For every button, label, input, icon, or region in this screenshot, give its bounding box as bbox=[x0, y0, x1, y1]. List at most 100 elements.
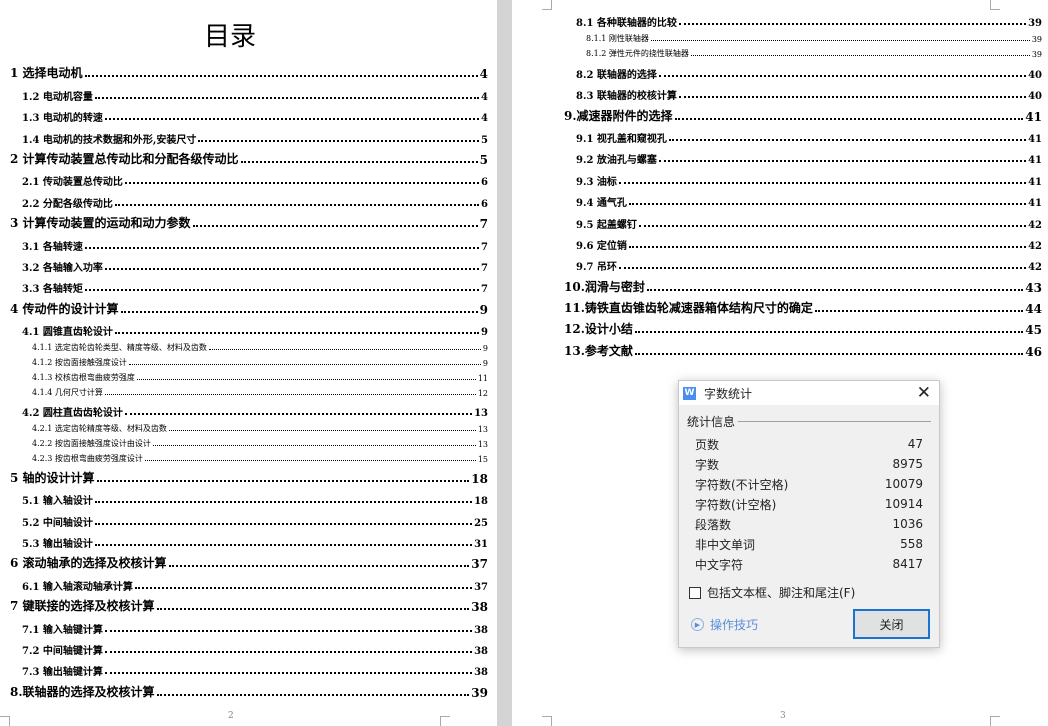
toc-entry[interactable]: 8.1.2 弹性元件的挠性联轴器 39 bbox=[564, 44, 1042, 59]
tips-label: 操作技巧 bbox=[710, 618, 759, 632]
dot-leader bbox=[668, 138, 1027, 141]
toc-entry[interactable]: 4.2.1 选定齿轮精度等级、材料及齿数 13 bbox=[10, 419, 488, 434]
toc-entry[interactable]: 1 选择电动机 4 bbox=[10, 60, 488, 81]
toc-entry[interactable]: 9.6 定位销 42 bbox=[564, 231, 1042, 252]
toc-entry-page: 40 bbox=[1028, 91, 1042, 103]
toc-entry[interactable]: 1.3 电动机的转速 4 bbox=[10, 103, 488, 124]
dot-leader bbox=[638, 224, 1027, 227]
toc-entry[interactable]: 9.3 油标 41 bbox=[564, 166, 1042, 188]
toc-entry-page: 40 bbox=[1028, 69, 1042, 81]
toc-entry-page: 7 bbox=[479, 217, 488, 232]
toc-entry[interactable]: 4.1.3 校核齿根弯曲疲劳强度 11 bbox=[10, 368, 488, 383]
toc-entry[interactable]: 3.1 各轴转速 7 bbox=[10, 231, 488, 253]
stat-label: 字符数(不计空格) bbox=[695, 477, 789, 492]
include-textbox-checkbox[interactable]: 包括文本框、脚注和尾注(F) bbox=[689, 584, 939, 601]
toc-entry-page: 9 bbox=[479, 302, 488, 317]
tips-link[interactable]: ▶ 操作技巧 bbox=[691, 616, 758, 633]
checkbox[interactable] bbox=[689, 586, 701, 599]
dot-leader bbox=[104, 394, 476, 396]
toc-entry-page: 18 bbox=[471, 471, 488, 486]
toc-entry[interactable]: 7 键联接的选择及校核计算 38 bbox=[10, 593, 488, 614]
toc-entry[interactable]: 2.2 分配各级传动比 6 bbox=[10, 188, 488, 210]
dot-leader bbox=[124, 413, 473, 416]
toc-entry[interactable]: 12.设计小结 45 bbox=[564, 316, 1042, 337]
toc-entry[interactable]: 6.1 输入轴滚动轴承计算 37 bbox=[10, 571, 488, 593]
dot-leader bbox=[152, 445, 476, 447]
dot-leader bbox=[690, 55, 1030, 57]
toc-entry-page: 42 bbox=[1028, 219, 1042, 231]
toc-entry[interactable]: 4.1.4 几何尺寸计算 12 bbox=[10, 383, 488, 398]
dot-leader bbox=[114, 203, 480, 206]
toc-entry[interactable]: 7.3 输出轴键计算 38 bbox=[10, 657, 488, 678]
toc-entry-text: 7 键联接的选择及校核计算 bbox=[10, 599, 155, 614]
toc-entry[interactable]: 4.2 圆柱直齿齿轮设计 13 bbox=[10, 398, 488, 419]
toc-entry-page: 12 bbox=[477, 389, 488, 399]
word-count-dialog: W 字数统计 ✕ 统计信息 页数 47 字数 8975 字符数(不计空格) 10079 字符… bbox=[678, 380, 940, 648]
toc-entry[interactable]: 1.4 电动机的技术数据和外形,安装尺寸 5 bbox=[10, 124, 488, 146]
dot-leader bbox=[134, 586, 473, 589]
toc-entry[interactable]: 11.铸铁直齿锥齿轮减速器箱体结构尺寸的确定 44 bbox=[564, 295, 1042, 316]
toc-entry-text: 8.1.2 弹性元件的挠性联轴器 bbox=[586, 49, 689, 59]
toc-entry[interactable]: 8.联轴器的选择及校核计算 39 bbox=[10, 678, 488, 700]
dot-leader bbox=[136, 379, 476, 381]
toc-entry-text: 10.润滑与密封 bbox=[564, 279, 645, 294]
toc-entry[interactable]: 1.2 电动机容量 4 bbox=[10, 81, 488, 103]
toc-entry-page: 44 bbox=[1025, 302, 1042, 317]
close-button[interactable]: 关闭 bbox=[853, 609, 930, 639]
toc-entry[interactable]: 9.2 放油孔与螺塞 41 bbox=[564, 145, 1042, 166]
toc-entry[interactable]: 5.1 输入轴设计 18 bbox=[10, 486, 488, 507]
toc-entry[interactable]: 8.2 联轴器的选择 40 bbox=[564, 59, 1042, 81]
toc-entry[interactable]: 6 滚动轴承的选择及校核计算 37 bbox=[10, 550, 488, 571]
toc-entry[interactable]: 4.1.1 选定齿轮齿轮类型、精度等级、材料及齿数 9 bbox=[10, 338, 488, 353]
toc-entry-text: 11.铸铁直齿锥齿轮减速器箱体结构尺寸的确定 bbox=[564, 301, 813, 316]
toc-entry-text: 5.2 中间轴设计 bbox=[22, 517, 93, 529]
dot-leader bbox=[628, 203, 1027, 206]
toc-entry[interactable]: 4.2.3 按齿根弯曲疲劳强度设计 15 bbox=[10, 449, 488, 464]
toc-entry[interactable]: 4.1 圆锥直齿轮设计 9 bbox=[10, 317, 488, 338]
stat-row: 字符数(计空格) 10914 bbox=[679, 494, 939, 514]
toc-entry[interactable]: 3.3 各轴转矩 7 bbox=[10, 274, 488, 295]
toc-entry-page: 13 bbox=[477, 425, 488, 435]
toc-entry-text: 4.2.1 选定齿轮精度等级、材料及齿数 bbox=[32, 424, 167, 434]
dialog-title-bar[interactable]: W 字数统计 ✕ bbox=[679, 381, 939, 405]
toc-entry[interactable]: 5.3 输出轴设计 31 bbox=[10, 529, 488, 550]
toc-entry[interactable]: 5 轴的设计计算 18 bbox=[10, 464, 488, 486]
toc-entry[interactable]: 13.参考文献 46 bbox=[564, 337, 1042, 359]
toc-entry[interactable]: 7.2 中间轴键计算 38 bbox=[10, 636, 488, 657]
document-page-2: 目录 1 选择电动机 4 1.2 电动机容量 4 1.3 电动机的转速 4 1.4 电动机的… bbox=[0, 0, 497, 726]
toc-entry[interactable]: 8.1 各种联轴器的比较 39 bbox=[564, 8, 1042, 29]
toc-entry[interactable]: 2.1 传动装置总传动比 6 bbox=[10, 167, 488, 188]
toc-entry[interactable]: 4.1.2 按齿面接触强度设计 9 bbox=[10, 353, 488, 368]
checkbox-label: 包括文本框、脚注和尾注(F) bbox=[707, 586, 856, 600]
toc-entry[interactable]: 7.1 输入轴键计算 38 bbox=[10, 614, 488, 636]
toc-entry[interactable]: 8.3 联轴器的校核计算 40 bbox=[564, 81, 1042, 102]
toc-entry[interactable]: 2 计算传动装置总传动比和分配各级传动比 5 bbox=[10, 146, 488, 167]
toc-entry-page: 39 bbox=[471, 685, 488, 700]
toc-entry[interactable]: 9.1 视孔盖和窥视孔 41 bbox=[564, 124, 1042, 145]
stat-label: 字符数(计空格) bbox=[695, 497, 777, 512]
toc-entry-page: 39 bbox=[1031, 35, 1042, 45]
toc-entry[interactable]: 4 传动件的设计计算 9 bbox=[10, 295, 488, 317]
toc-entry-text: 4.2 圆柱直齿齿轮设计 bbox=[22, 408, 123, 420]
toc-entry-text: 9.1 视孔盖和窥视孔 bbox=[576, 133, 667, 145]
toc-title: 目录 bbox=[203, 22, 256, 52]
toc-entry-page: 46 bbox=[1025, 344, 1042, 359]
dot-leader bbox=[240, 160, 478, 163]
wps-writer-icon: W bbox=[683, 386, 696, 400]
stat-label: 段落数 bbox=[695, 517, 732, 532]
toc-entry[interactable]: 4.2.2 按齿面接触强度设计由设计 13 bbox=[10, 434, 488, 449]
close-icon[interactable]: ✕ bbox=[917, 383, 931, 403]
toc-entry[interactable]: 8.1.1 刚性联轴器 39 bbox=[564, 29, 1042, 44]
toc-entry-text: 4.1.4 几何尺寸计算 bbox=[32, 388, 103, 398]
toc-entry[interactable]: 9.减速器附件的选择 41 bbox=[564, 102, 1042, 124]
toc-entry[interactable]: 9.5 起盖螺钉 42 bbox=[564, 209, 1042, 231]
toc-entry[interactable]: 3.2 各轴输入功率 7 bbox=[10, 253, 488, 274]
toc-entry[interactable]: 9.7 吊环 42 bbox=[564, 252, 1042, 273]
dot-leader bbox=[650, 40, 1030, 42]
toc-entry[interactable]: 5.2 中间轴设计 25 bbox=[10, 507, 488, 529]
stats-list: 页数 47 字数 8975 字符数(不计空格) 10079 字符数(计空格) 10914 段落数… bbox=[679, 434, 939, 574]
dot-leader bbox=[678, 96, 1027, 99]
toc-entry[interactable]: 9.4 通气孔 41 bbox=[564, 188, 1042, 209]
toc-entry[interactable]: 10.润滑与密封 43 bbox=[564, 273, 1042, 295]
toc-entry[interactable]: 3 计算传动装置的运动和动力参数 7 bbox=[10, 210, 488, 231]
